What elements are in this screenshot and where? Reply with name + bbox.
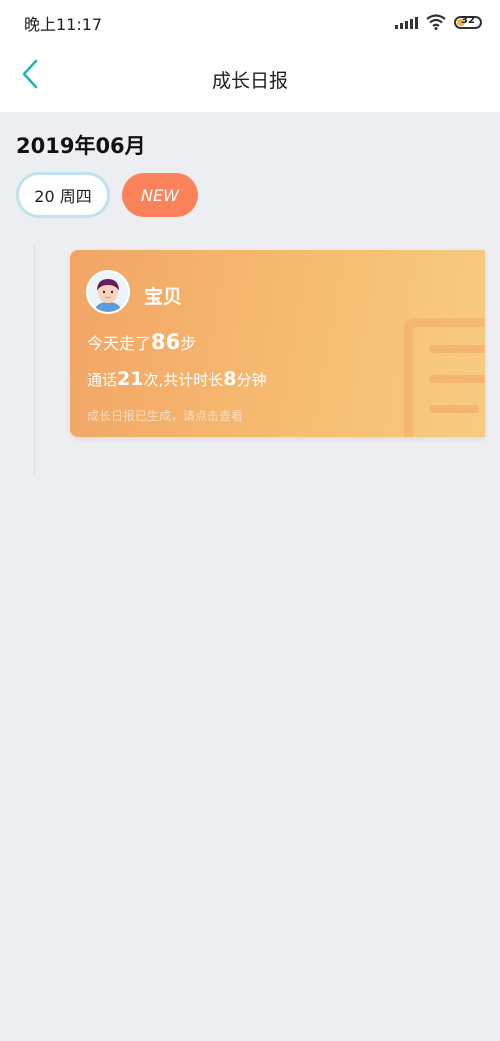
steps-value: 86: [151, 330, 181, 354]
date-chip[interactable]: 20 周四: [16, 172, 110, 218]
avatar: [86, 270, 130, 314]
document-icon: [404, 318, 485, 437]
calls-summary: 通话21次,共计时长8分钟: [87, 368, 267, 390]
month-heading: 2019年06月: [16, 134, 146, 158]
report-hint: 成长日报已生成，请点击查看: [87, 409, 244, 423]
status-time: 晚上11:17: [24, 15, 103, 34]
status-bar: 晚上11:17 32: [0, 0, 500, 44]
wifi-icon: [426, 14, 446, 30]
calls-mid: 次,共计时长: [143, 371, 224, 389]
page-title: 成长日报: [211, 70, 288, 92]
signal-icon: [395, 15, 418, 29]
calls-minutes: 8: [223, 368, 237, 390]
steps-summary: 今天走了86步: [87, 330, 196, 354]
battery-level: 32: [461, 14, 475, 26]
calls-suffix: 分钟: [236, 371, 267, 389]
calls-prefix: 通话: [87, 371, 118, 389]
nav-bar: 成长日报: [0, 44, 500, 112]
timeline-line: [34, 245, 35, 475]
status-icons: 32: [395, 12, 482, 32]
growth-report-card[interactable]: 宝贝 今天走了86步 通话21次,共计时长8分钟 成长日报已生成，请点击查看: [70, 250, 485, 437]
new-badge[interactable]: NEW: [122, 173, 198, 217]
baby-name: 宝贝: [144, 286, 183, 308]
steps-suffix: 步: [180, 334, 197, 353]
steps-prefix: 今天走了: [87, 334, 152, 353]
battery-icon: 32: [454, 14, 482, 29]
calls-count: 21: [117, 368, 144, 390]
